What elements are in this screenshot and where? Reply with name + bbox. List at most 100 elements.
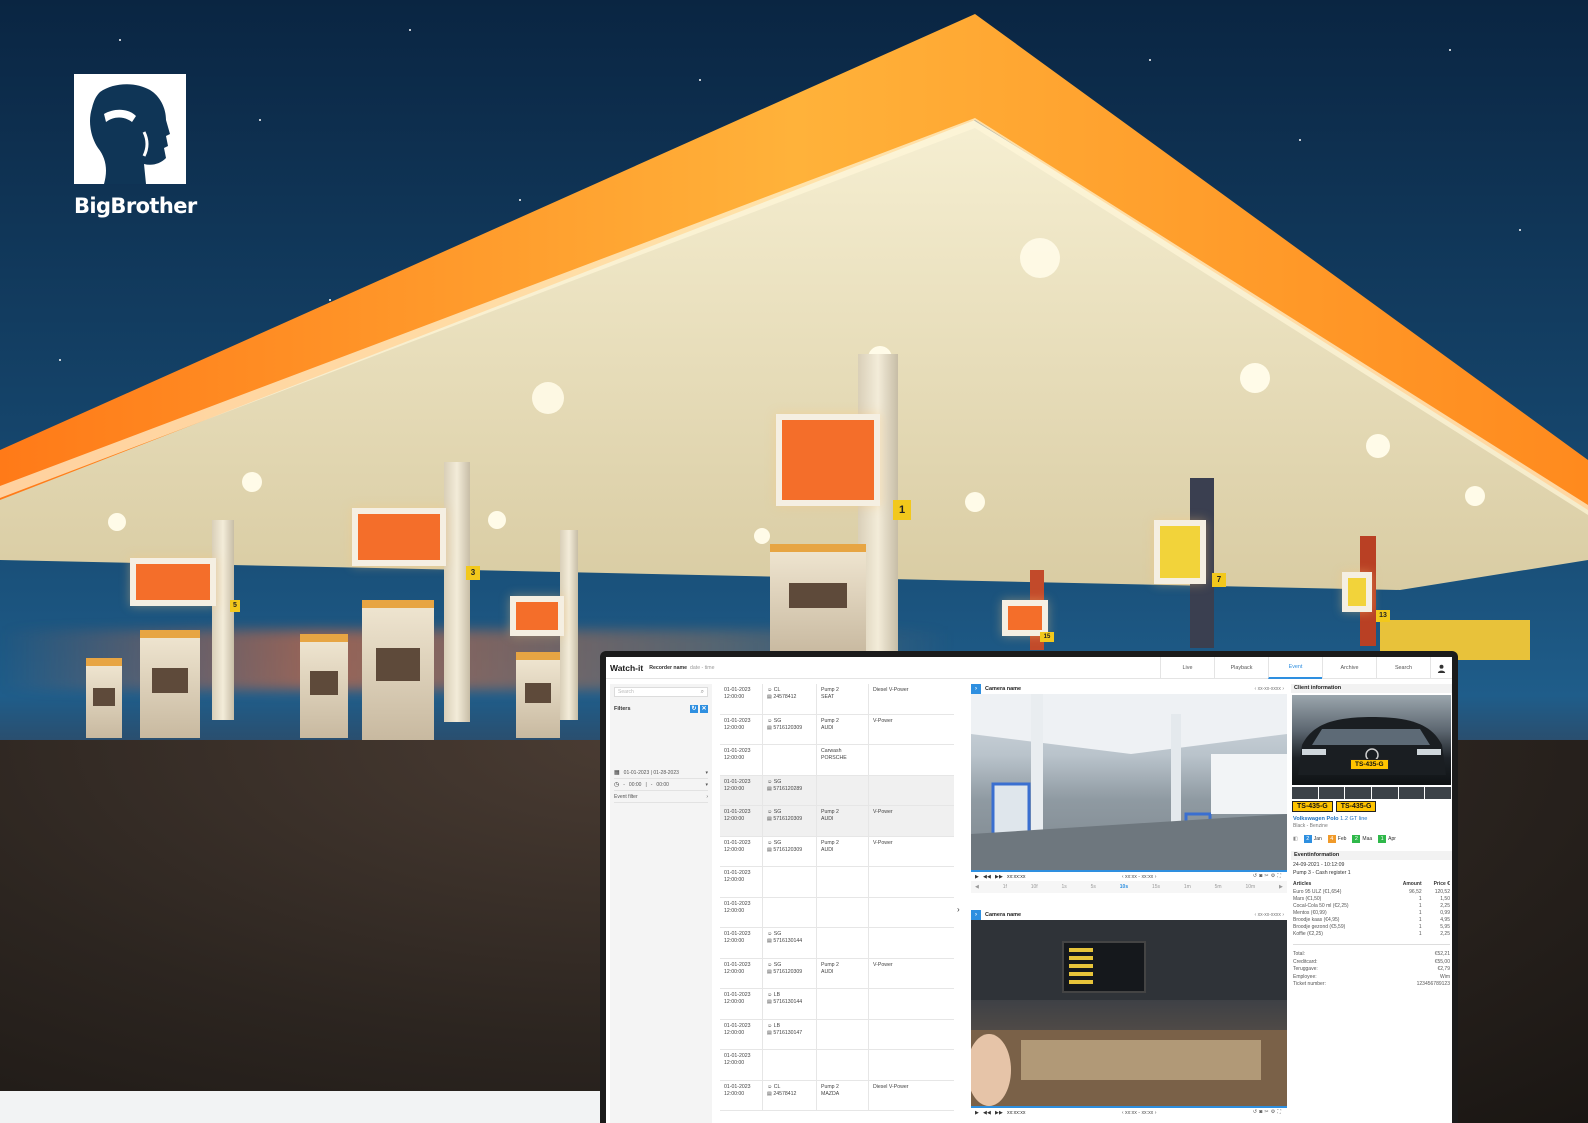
event-row[interactable]: 01-01-2023 12:00:00 ☺ CL ▤ 24578412 Pump 2 SE… bbox=[720, 684, 954, 715]
client-info-panel: Client information TS-435-G TS-435-G TS-… bbox=[1291, 684, 1452, 1123]
event-row[interactable]: 01-01-2023 12:00:00 ☺ SG ▤ 5716120289 bbox=[720, 775, 954, 806]
event-row[interactable]: 01-01-2023 12:00:00 ☺ SG ▤ 5716120309 Pump 2… bbox=[720, 836, 954, 867]
event-id: 5716120289 bbox=[773, 785, 803, 792]
event-row[interactable]: 01-01-2023 12:00:00 bbox=[720, 1050, 954, 1081]
event-row[interactable]: 01-01-2023 12:00:00 ☺ SG ▤ 5716130144 bbox=[720, 928, 954, 959]
scale-right-icon[interactable]: ▶ bbox=[1279, 884, 1283, 890]
event-user: CL bbox=[773, 687, 781, 693]
scale-step[interactable]: 10s bbox=[1120, 884, 1128, 890]
total-row: Total: €52,21 bbox=[1293, 951, 1450, 957]
filters-header: Filters ↻ ✕ bbox=[614, 705, 708, 713]
camera-date-nav[interactable]: ‹ xx-xx-xxxx › bbox=[1255, 912, 1287, 918]
user-icon[interactable] bbox=[1430, 657, 1452, 679]
event-pump: Pump 2 bbox=[821, 961, 839, 968]
event-time: 12:00:00 bbox=[724, 785, 745, 792]
scale-step[interactable]: 10m bbox=[1245, 884, 1255, 890]
event-car: AUDI bbox=[821, 846, 834, 853]
car-photo[interactable]: TS-435-G bbox=[1292, 695, 1451, 785]
time-range[interactable]: ‹ xx:xx - xx:xx › bbox=[1122, 1110, 1157, 1116]
forward-icon[interactable]: ▶▶ bbox=[995, 874, 1003, 880]
scale-step[interactable]: 1s bbox=[1062, 884, 1067, 890]
event-row[interactable]: 01-01-2023 12:00:00 ☺ LB ▤ 5716130147 bbox=[720, 1019, 954, 1050]
visit-badge: 2 Jan bbox=[1303, 835, 1322, 843]
time-from-value: 00:00 bbox=[628, 781, 642, 788]
tab-archive[interactable]: Archive bbox=[1322, 657, 1376, 679]
tab-search[interactable]: Search bbox=[1376, 657, 1430, 679]
event-date: 01-01-2023 bbox=[724, 1083, 751, 1090]
articles-table: Articles Amount Price € Euro 95 ULZ (€1,… bbox=[1293, 881, 1450, 938]
scale-step[interactable]: 5m bbox=[1215, 884, 1222, 890]
event-date: 01-01-2023 bbox=[724, 687, 751, 693]
event-row[interactable]: 01-01-2023 12:00:00 ☺ SG ▤ 5716120309 Pump 2… bbox=[720, 714, 954, 745]
event-date: 01-01-2023 bbox=[724, 870, 751, 876]
scale-left-icon[interactable]: ◀ bbox=[975, 884, 979, 890]
time-to-value: 00:00 bbox=[656, 781, 669, 788]
fuel-pump bbox=[300, 634, 348, 738]
scale-step[interactable]: 15s bbox=[1152, 884, 1160, 890]
date-range-value: 01-01-2023 | 01-28-2023 bbox=[623, 769, 679, 776]
total-row: Employee: Wim bbox=[1293, 973, 1450, 980]
search-input[interactable]: Search ⌕ bbox=[614, 687, 708, 697]
play-icon[interactable]: ▶ bbox=[975, 874, 979, 880]
scale-step[interactable]: 1m bbox=[1184, 884, 1191, 890]
event-id: 5716120309 bbox=[773, 724, 803, 731]
camera-video-1[interactable] bbox=[971, 694, 1287, 870]
video-tools-icons[interactable]: ↺◙✂⚙⛶ bbox=[1253, 1109, 1283, 1116]
license-plate: TS-435-G bbox=[1335, 800, 1377, 812]
event-row[interactable]: 01-01-2023 12:00:00 bbox=[720, 867, 954, 898]
camera-video-2[interactable] bbox=[971, 920, 1287, 1106]
event-row[interactable]: 01-01-2023 12:00:00 ☺ CL ▤ 24578412 Pump 2 MA… bbox=[720, 1080, 954, 1111]
event-pump: Pump 2 bbox=[821, 1083, 839, 1090]
event-row[interactable]: 01-01-2023 12:00:00 ☺ SG ▤ 5716120309 Pump 2… bbox=[720, 806, 954, 837]
camera-date-nav[interactable]: ‹ xx-xx-xxxx › bbox=[1255, 686, 1287, 692]
event-filter-row[interactable]: Event filter › bbox=[614, 791, 708, 803]
forward-icon[interactable]: ▶▶ bbox=[995, 1110, 1003, 1116]
price-sign bbox=[352, 508, 446, 566]
event-row[interactable]: 01-01-2023 12:00:00 bbox=[720, 897, 954, 928]
tab-live[interactable]: Live bbox=[1160, 657, 1214, 679]
chevron-down-icon: ▾ bbox=[705, 781, 708, 788]
scale-step[interactable]: 1f bbox=[1003, 884, 1007, 890]
event-pump: Pump 2 bbox=[821, 717, 839, 724]
video-tools-icons[interactable]: ↺◙✂⚙⛶ bbox=[1253, 873, 1283, 880]
scale-step[interactable]: 10f bbox=[1031, 884, 1038, 890]
fuel-pump bbox=[516, 652, 560, 738]
event-date: 01-01-2023 bbox=[724, 961, 751, 968]
event-user: SG bbox=[773, 961, 782, 968]
event-row[interactable]: 01-01-2023 12:00:00 Carwash PORSCHE bbox=[720, 745, 954, 776]
tab-playback[interactable]: Playback bbox=[1214, 657, 1268, 679]
event-info-meta: 24-09-2021 - 10:12:09 Pump 3 - Cash regi… bbox=[1293, 862, 1450, 877]
time-range-filter[interactable]: ◷ - 00:00 | - 00:00 ▾ bbox=[614, 779, 708, 791]
event-row[interactable]: 01-01-2023 12:00:00 ☺ SG ▤ 5716120309 Pump 2… bbox=[720, 958, 954, 989]
play-icon[interactable]: ▶ bbox=[975, 1110, 979, 1116]
camera-header: › Camera name ‹ xx-xx-xxxx › bbox=[971, 684, 1287, 694]
scale-step[interactable]: 5s bbox=[1091, 884, 1096, 890]
rewind-icon[interactable]: ◀◀ bbox=[983, 1110, 991, 1116]
collapse-chevron-icon[interactable]: › bbox=[957, 905, 960, 914]
event-id: 24578412 bbox=[773, 694, 797, 700]
recorder-name: Recorder name bbox=[649, 664, 687, 671]
recorder-datetime: date - time bbox=[690, 664, 715, 671]
expand-icon[interactable]: › bbox=[971, 684, 981, 694]
pump-number-badge: 15 bbox=[1040, 632, 1054, 642]
col-amount: Amount bbox=[1402, 881, 1422, 887]
event-time: 12:00:00 bbox=[724, 999, 745, 1005]
refresh-icon[interactable]: ↻ bbox=[690, 705, 698, 713]
expand-icon[interactable]: › bbox=[971, 910, 981, 920]
clear-filter-icon[interactable]: ✕ bbox=[700, 705, 708, 713]
visit-badge: 1 Apr bbox=[1378, 835, 1396, 843]
time-range[interactable]: ‹ xx:xx - xx:xx › bbox=[1122, 874, 1157, 880]
rewind-icon[interactable]: ◀◀ bbox=[983, 874, 991, 880]
event-row[interactable]: 01-01-2023 12:00:00 ☺ LB ▤ 5716130144 bbox=[720, 989, 954, 1020]
pump-number-badge: 7 bbox=[1212, 573, 1226, 587]
event-car: AUDI bbox=[821, 816, 834, 822]
user-icon: ☺ bbox=[767, 809, 774, 815]
tab-event[interactable]: Event bbox=[1268, 657, 1322, 679]
chevron-down-icon: ▾ bbox=[705, 769, 708, 776]
article-row: Euro 95 ULZ (€1,654) 96,52 120,52 bbox=[1293, 889, 1450, 895]
event-time: 12:00:00 bbox=[724, 938, 745, 944]
main-nav: Live Playback Event Archive Search bbox=[1160, 657, 1452, 679]
car-thumbnails[interactable] bbox=[1292, 787, 1452, 799]
bigbrother-logo: BigBrother bbox=[74, 74, 197, 218]
date-range-filter[interactable]: ▦ 01-01-2023 | 01-28-2023 ▾ bbox=[614, 767, 708, 779]
